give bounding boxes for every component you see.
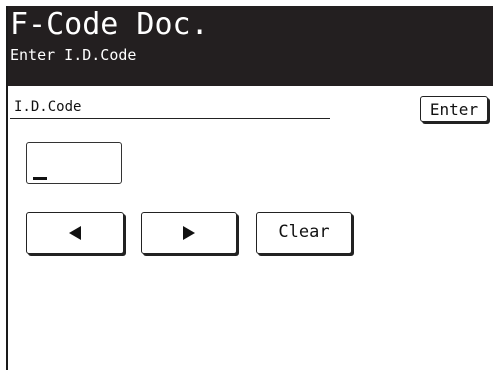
id-code-label: I.D.Code [14, 99, 82, 115]
move-right-button[interactable] [141, 212, 237, 254]
text-cursor [33, 177, 47, 180]
page-subtitle: Enter I.D.Code [10, 46, 137, 64]
arrow-left-icon [69, 226, 81, 240]
page-title: F-Code Doc. [10, 7, 209, 42]
fcode-doc-screen: F-Code Doc. Enter I.D.Code I.D.Code Ente… [6, 6, 493, 370]
clear-button[interactable]: Clear [256, 212, 352, 254]
enter-button[interactable]: Enter [420, 96, 488, 122]
label-underline [10, 118, 330, 119]
header-bar: F-Code Doc. Enter I.D.Code [8, 6, 493, 86]
move-left-button[interactable] [26, 212, 124, 254]
id-code-input[interactable] [26, 142, 122, 184]
arrow-right-icon [183, 226, 195, 240]
